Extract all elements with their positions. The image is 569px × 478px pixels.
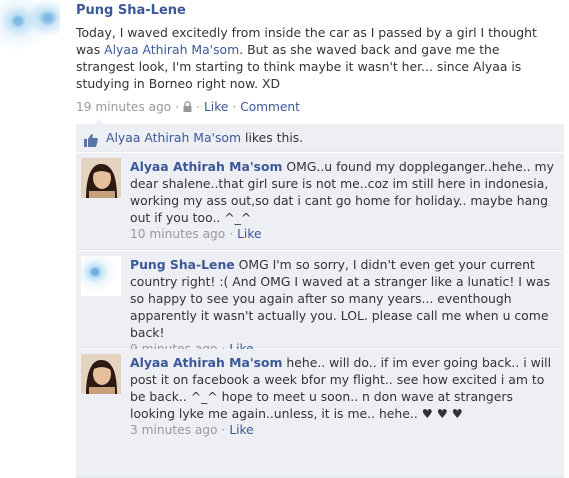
- comment-timestamp[interactable]: 3 minutes ago: [130, 423, 218, 437]
- lock-icon[interactable]: [183, 100, 192, 112]
- commenter-avatar[interactable]: [81, 354, 121, 394]
- comment-timestamp[interactable]: 10 minutes ago: [130, 227, 225, 241]
- comment-author-link[interactable]: Alyaa Athirah Ma'som: [130, 355, 282, 370]
- thumbs-up-icon: [83, 130, 99, 147]
- liker-name-link[interactable]: Alyaa Athirah Ma'som: [106, 130, 241, 145]
- commenter-avatar[interactable]: [81, 158, 121, 198]
- post-body: Pung Sha-Lene Today, I waved excitedly f…: [76, 2, 556, 115]
- likes-summary: Alyaa Athirah Ma'som likes this.: [76, 119, 564, 152]
- likes-text: Alyaa Athirah Ma'som likes this.: [106, 124, 303, 151]
- post-mention-link[interactable]: Alyaa Athirah Ma'som: [104, 42, 239, 57]
- commenter-avatar[interactable]: [81, 256, 121, 296]
- comment-like-link[interactable]: Like: [229, 423, 253, 437]
- post-comment-link[interactable]: Comment: [240, 100, 300, 114]
- post-timestamp[interactable]: 19 minutes ago: [76, 100, 171, 114]
- comment-item: Pung Sha-Lene OMG I'm so sorry, I didn't…: [76, 251, 564, 356]
- comment-meta: 10 minutes ago · Like: [130, 227, 262, 241]
- comment-item: Alyaa Athirah Ma'som OMG..u found my dop…: [76, 153, 564, 250]
- comment-body: Alyaa Athirah Ma'som OMG..u found my dop…: [130, 158, 560, 242]
- post-meta: 19 minutes ago · · Like · Comment: [76, 100, 300, 114]
- post-text: Today, I waved excitedly from inside the…: [76, 24, 556, 92]
- comment-body: Pung Sha-Lene OMG I'm so sorry, I didn't…: [130, 256, 560, 357]
- post-like-link[interactable]: Like: [204, 100, 228, 114]
- post-author-avatar[interactable]: [0, 0, 60, 60]
- comment-author-link[interactable]: Alyaa Athirah Ma'som: [130, 159, 282, 174]
- comment-meta: 3 minutes ago · Like: [130, 423, 254, 437]
- post-author-name[interactable]: Pung Sha-Lene: [76, 2, 556, 19]
- comment-body: Alyaa Athirah Ma'som hehe.. will do.. if…: [130, 354, 560, 438]
- likes-suffix: likes this.: [241, 130, 304, 145]
- comment-author-link[interactable]: Pung Sha-Lene: [130, 257, 235, 272]
- comment-item: Alyaa Athirah Ma'som hehe.. will do.. if…: [76, 349, 564, 478]
- comment-like-link[interactable]: Like: [237, 227, 261, 241]
